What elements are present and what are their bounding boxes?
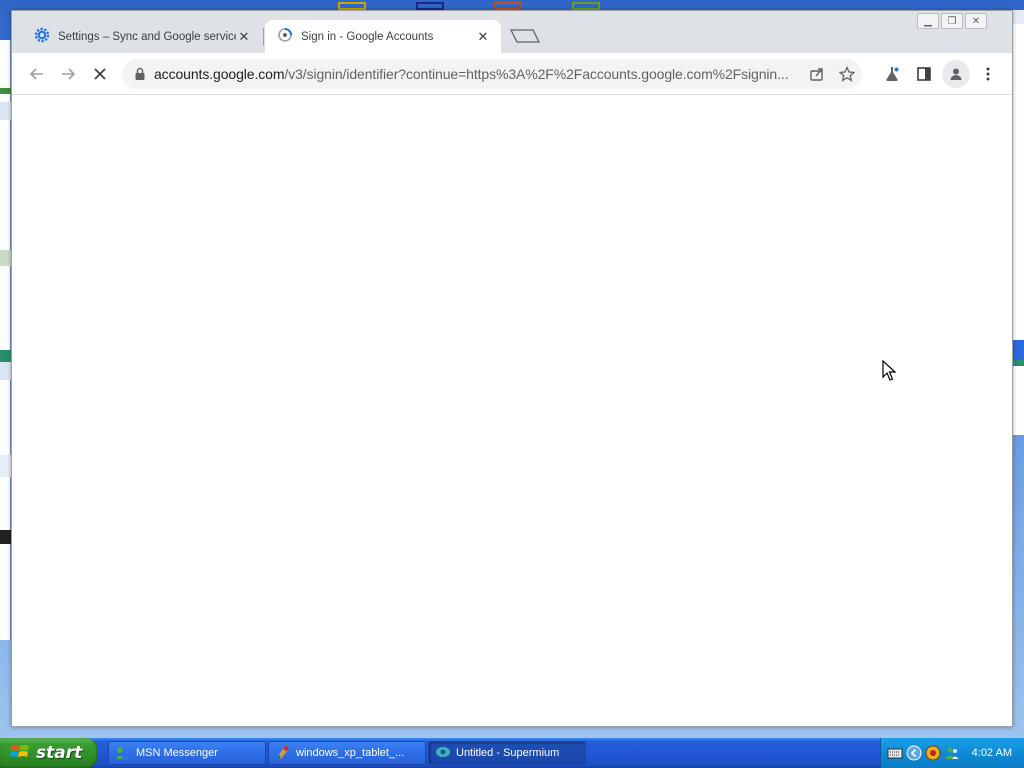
new-tab-button[interactable] <box>507 27 543 45</box>
bookmark-star-icon[interactable] <box>832 59 862 89</box>
msn-icon <box>115 744 131 763</box>
taskbar-button-label: windows_xp_tablet_... <box>296 747 405 759</box>
arrow-left-icon <box>29 68 43 80</box>
desktop-icon-stub <box>572 2 600 10</box>
gear-icon <box>34 27 50 46</box>
close-icon[interactable]: ✕ <box>475 29 491 45</box>
supermium-icon <box>435 744 451 763</box>
clock: 4:02 AM <box>971 747 1012 759</box>
address-bar[interactable]: accounts.google.com/v3/signin/identifier… <box>122 59 862 89</box>
tab-sign-in[interactable]: Sign in - Google Accounts ✕ <box>265 20 501 53</box>
paint-icon <box>275 744 291 763</box>
lock-icon[interactable] <box>126 67 154 81</box>
browser-toolbar: accounts.google.com/v3/signin/identifier… <box>12 53 1012 95</box>
desktop-icon-stub <box>338 2 366 10</box>
tab-divider <box>263 28 264 46</box>
background-window-left[interactable] <box>0 40 11 640</box>
stop-loading-button[interactable] <box>86 60 114 88</box>
windows-logo-icon <box>10 743 30 764</box>
taskbar-button-paint[interactable]: windows_xp_tablet_... <box>268 741 426 765</box>
start-label: start <box>36 743 83 763</box>
profile-avatar-icon[interactable] <box>942 60 970 88</box>
mouse-pointer-icon <box>882 359 897 385</box>
url-text[interactable]: accounts.google.com/v3/signin/identifier… <box>154 66 802 82</box>
window-controls: ▁ ❐ ✕ <box>917 13 987 29</box>
back-button[interactable] <box>23 60 51 88</box>
chevron-left-icon[interactable] <box>906 745 922 761</box>
background-window-right[interactable] <box>1012 10 1024 435</box>
close-icon[interactable]: ✕ <box>236 29 252 45</box>
users-icon[interactable] <box>944 745 960 761</box>
labs-flask-icon[interactable] <box>878 60 906 88</box>
taskbar-button-msn[interactable]: MSN Messenger <box>108 741 266 765</box>
maximize-button[interactable]: ❐ <box>941 13 963 29</box>
loading-spinner-icon <box>277 27 293 46</box>
page-content[interactable] <box>12 96 1012 726</box>
system-tray: 4:02 AM <box>880 738 1024 768</box>
tab-title: Sign in - Google Accounts <box>301 30 434 43</box>
taskbar: start MSN Messenger windows_xp_tablet_..… <box>0 738 1024 768</box>
taskbar-button-label: Untitled - Supermium <box>456 747 560 759</box>
more-menu-icon[interactable] <box>974 60 1002 88</box>
tab-title: Settings – Sync and Google services <box>58 30 236 43</box>
start-button[interactable]: start <box>0 738 98 768</box>
url-path: /v3/signin/identifier?continue=https%3A%… <box>284 66 789 82</box>
side-panel-icon[interactable] <box>910 60 938 88</box>
close-icon <box>94 68 106 80</box>
tab-settings[interactable]: Settings – Sync and Google services ✕ <box>22 20 262 53</box>
taskbar-button-supermium[interactable]: Untitled - Supermium <box>428 741 586 765</box>
desktop-icon-stub <box>416 2 444 10</box>
close-window-button[interactable]: ✕ <box>965 13 987 29</box>
forward-button[interactable] <box>54 60 82 88</box>
security-shield-icon[interactable] <box>925 745 941 761</box>
keyboard-icon[interactable] <box>887 745 903 761</box>
taskbar-button-label: MSN Messenger <box>136 747 218 759</box>
browser-window[interactable]: Settings – Sync and Google services ✕ Si… <box>11 10 1013 727</box>
arrow-right-icon <box>62 68 76 80</box>
url-host: accounts.google.com <box>154 66 285 82</box>
minimize-button[interactable]: ▁ <box>917 13 939 29</box>
tab-strip: Settings – Sync and Google services ✕ Si… <box>12 11 1012 53</box>
desktop-icon-stub <box>494 2 522 10</box>
share-icon[interactable] <box>802 59 832 89</box>
